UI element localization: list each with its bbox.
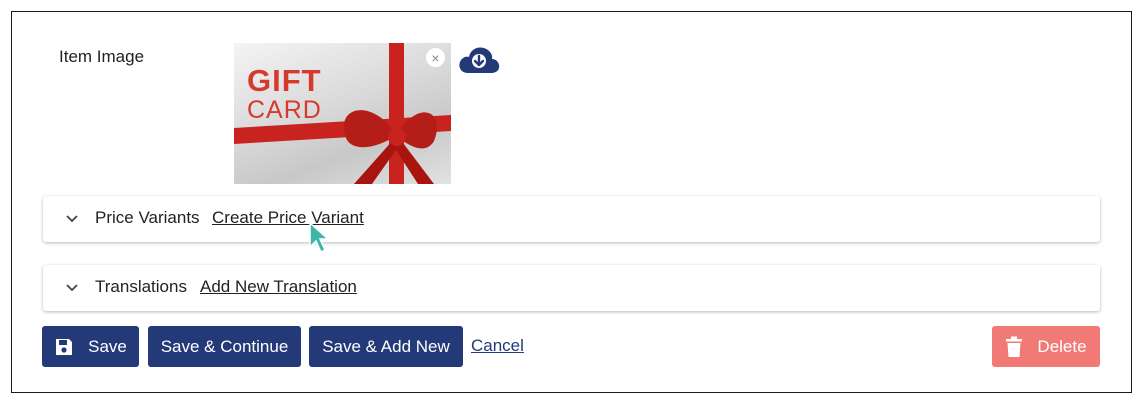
- delete-label: Delete: [1037, 336, 1087, 356]
- save-add-new-label: Save & Add New: [322, 336, 450, 356]
- item-form: Item Image GIFT CARD × Price Variants Cr…: [11, 11, 1132, 393]
- cloud-download-icon[interactable]: [458, 45, 500, 75]
- gift-text-line2: CARD: [247, 96, 322, 124]
- save-continue-label: Save & Continue: [160, 336, 289, 356]
- gift-card-text: GIFT CARD: [247, 65, 322, 123]
- save-label: Save: [88, 336, 127, 356]
- price-variants-panel: Price Variants Create Price Variant: [43, 196, 1100, 242]
- item-image-label: Item Image: [59, 47, 145, 66]
- create-price-variant-link[interactable]: Create Price Variant: [212, 208, 364, 228]
- mouse-cursor-icon: [309, 221, 330, 254]
- trash-icon: [1006, 336, 1023, 357]
- translations-panel: Translations Add New Translation: [43, 265, 1100, 311]
- chevron-down-icon[interactable]: [65, 283, 79, 293]
- close-icon: ×: [431, 49, 440, 66]
- item-image-preview: GIFT CARD: [234, 43, 451, 184]
- cancel-link[interactable]: Cancel: [471, 336, 524, 356]
- floppy-disk-icon: [56, 338, 73, 355]
- translations-title[interactable]: Translations: [95, 277, 187, 297]
- save-add-new-button[interactable]: Save & Add New: [309, 326, 463, 367]
- gift-text-line1: GIFT: [247, 63, 322, 98]
- save-continue-button[interactable]: Save & Continue: [148, 326, 301, 367]
- chevron-down-icon[interactable]: [65, 214, 79, 224]
- price-variants-title[interactable]: Price Variants: [95, 208, 200, 228]
- remove-image-button[interactable]: ×: [425, 47, 446, 68]
- save-button[interactable]: Save: [42, 326, 139, 367]
- delete-button[interactable]: Delete: [992, 326, 1100, 367]
- add-new-translation-link[interactable]: Add New Translation: [200, 277, 357, 297]
